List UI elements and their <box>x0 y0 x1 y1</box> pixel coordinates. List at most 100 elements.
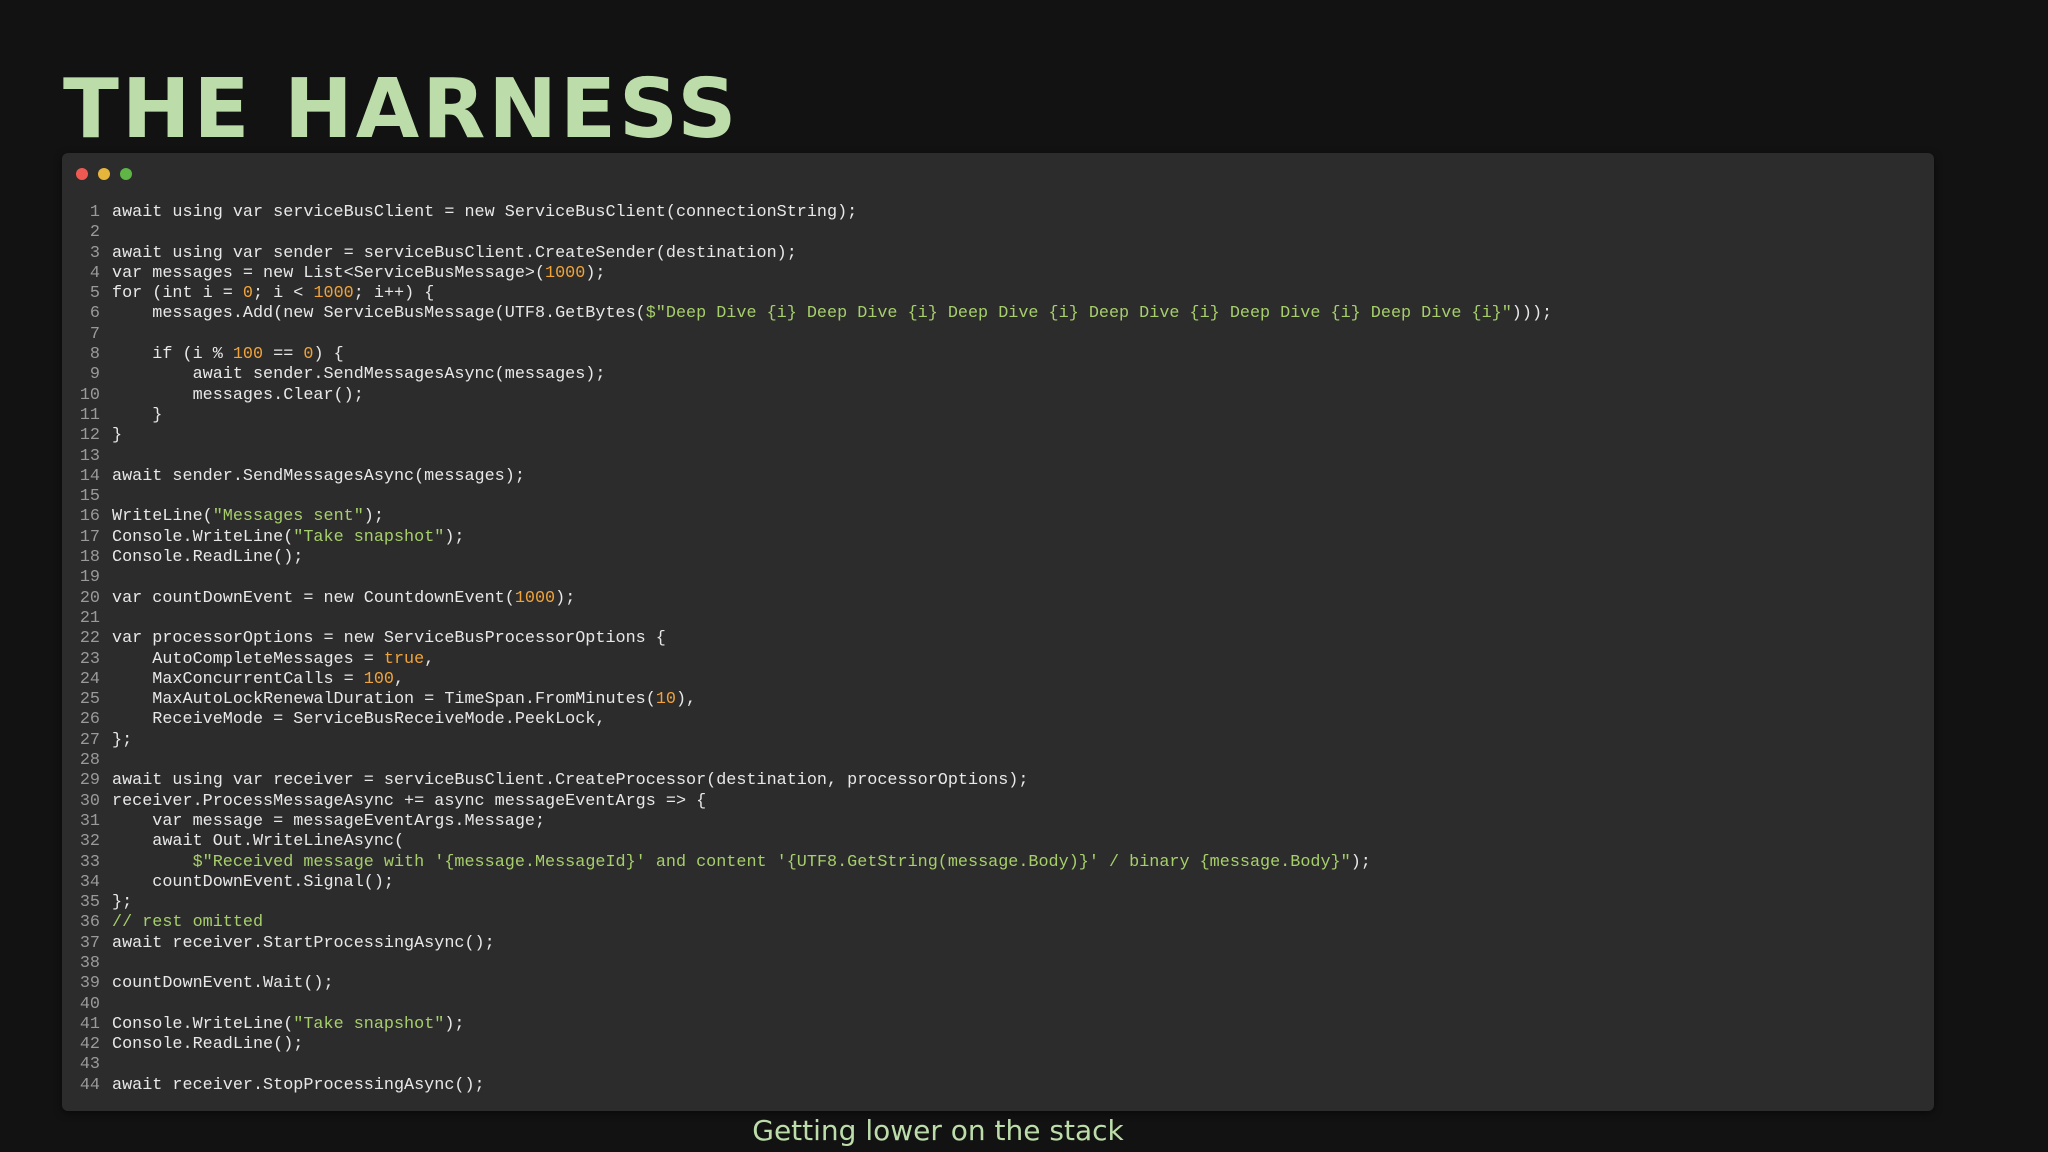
line-code: await receiver.StopProcessingAsync(); <box>100 1076 485 1096</box>
code-token: var processorOptions = new ServiceBusPro… <box>112 629 666 649</box>
code-line: 24 MaxConcurrentCalls = 100, <box>62 670 1934 690</box>
line-number: 38 <box>79 953 100 973</box>
line-number: 23 <box>79 649 100 669</box>
code-token: countDownEvent.Wait(); <box>112 974 334 994</box>
code-token: Console.WriteLine( <box>112 1014 294 1034</box>
code-line: 43 <box>62 1055 1934 1075</box>
line-number: 41 <box>79 1014 100 1034</box>
code-token: Console.ReadLine(); <box>112 548 304 568</box>
line-code: WriteLine("Messages sent"); <box>100 507 384 527</box>
line-number: 9 <box>89 365 100 385</box>
code-token: 1000 <box>514 588 556 608</box>
code-line: 15 <box>62 487 1934 507</box>
line-number: 25 <box>79 690 100 710</box>
code-token: true <box>383 649 425 669</box>
line-code: }; <box>100 893 132 913</box>
code-token: 100 <box>232 345 264 365</box>
line-code: await sender.SendMessagesAsync(messages)… <box>100 467 525 487</box>
line-number: 28 <box>79 751 100 771</box>
code-token: }; <box>112 730 133 750</box>
code-token: ReceiveMode = ServiceBusReceiveMode.Peek… <box>112 710 606 730</box>
code-line: 20 var countDownEvent = new CountdownEven… <box>62 589 1934 609</box>
code-line: 16 WriteLine("Messages sent"); <box>62 507 1934 527</box>
code-token: } <box>112 426 123 446</box>
line-number: 44 <box>79 1075 100 1095</box>
code-line: 26 ReceiveMode = ServiceBusReceiveMode.P… <box>62 710 1934 730</box>
code-token: "Messages sent" <box>212 507 364 527</box>
code-token: await receiver.StartProcessingAsync(); <box>112 933 495 953</box>
line-code: countDownEvent.Signal(); <box>100 873 394 893</box>
code-line: 36 // rest omitted <box>62 913 1934 933</box>
line-number: 26 <box>79 710 100 730</box>
line-code: var countDownEvent = new CountdownEvent(… <box>100 589 575 609</box>
code-token: ))); <box>1511 304 1553 324</box>
code-line: 41 Console.WriteLine("Take snapshot"); <box>62 1015 1934 1035</box>
line-number: 14 <box>79 466 100 486</box>
code-line: 40 <box>62 995 1934 1015</box>
maximize-button[interactable] <box>120 168 132 180</box>
line-number: 13 <box>79 446 100 466</box>
code-line: 9 await sender.SendMessagesAsync(message… <box>62 365 1934 385</box>
code-token: 100 <box>363 669 394 689</box>
code-token: messages.Clear(); <box>112 385 364 405</box>
code-line: 38 <box>62 954 1934 974</box>
code-token: 1000 <box>313 284 354 304</box>
line-number: 24 <box>79 669 100 689</box>
code-token: var countDownEvent = new CountdownEvent( <box>112 588 515 608</box>
line-number: 21 <box>79 608 100 628</box>
code-token: ); <box>444 1014 465 1034</box>
line-number: 19 <box>79 568 100 588</box>
minimize-button[interactable] <box>98 168 110 180</box>
code-token: ; i++) { <box>353 284 435 304</box>
code-token: "Take snapshot" <box>293 527 445 547</box>
line-number: 18 <box>79 548 100 568</box>
line-number: 11 <box>79 405 100 425</box>
line-code: MaxAutoLockRenewalDuration = TimeSpan.Fr… <box>100 690 696 710</box>
code-token: receiver.ProcessMessageAsync += async me… <box>112 791 707 811</box>
line-code: Console.WriteLine("Take snapshot"); <box>100 528 465 548</box>
line-code: var message = messageEventArgs.Message; <box>100 812 545 832</box>
code-line: 5 for (int i = 0; i < 1000; i++) { <box>62 284 1934 304</box>
line-number: 36 <box>79 913 100 933</box>
code-line: 14 await sender.SendMessagesAsync(message… <box>62 467 1934 487</box>
line-number: 29 <box>79 771 100 791</box>
line-code: countDownEvent.Wait(); <box>100 974 334 994</box>
line-code: await Out.WriteLineAsync( <box>100 832 404 852</box>
line-number: 5 <box>89 284 100 304</box>
code-line: 18 Console.ReadLine(); <box>62 548 1934 568</box>
code-line: 28 <box>62 751 1934 771</box>
line-code: messages.Add(new ServiceBusMessage(UTF8.… <box>100 304 1552 324</box>
code-token: "Take snapshot" <box>293 1014 445 1034</box>
line-number: 30 <box>79 791 100 811</box>
code-line: 6 messages.Add(new ServiceBusMessage(UTF… <box>62 304 1934 324</box>
line-code: await receiver.StartProcessingAsync(); <box>100 934 495 954</box>
line-code: var messages = new List<ServiceBusMessag… <box>100 264 605 284</box>
code-line: 30 receiver.ProcessMessageAsync += async … <box>62 792 1934 812</box>
line-code: for (int i = 0; i < 1000; i++) { <box>100 284 434 304</box>
line-code: await using var sender = serviceBusClien… <box>100 244 797 264</box>
code-token: , <box>393 669 405 689</box>
line-number: 17 <box>79 527 100 547</box>
code-token: countDownEvent.Signal(); <box>112 872 394 892</box>
code-token: } <box>112 405 163 425</box>
close-button[interactable] <box>76 168 88 180</box>
code-editor[interactable]: 1 await using var serviceBusClient = new … <box>62 203 1934 1096</box>
code-token: $"Deep Dive {i} Deep Dive {i} Deep Dive … <box>645 304 1512 324</box>
line-number: 37 <box>79 933 100 953</box>
line-number: 40 <box>79 994 100 1014</box>
line-code: } <box>100 426 122 446</box>
code-line: 3 await using var sender = serviceBusClie… <box>62 244 1934 264</box>
line-number: 2 <box>89 223 100 243</box>
code-token: ); <box>363 507 384 527</box>
code-line: 13 <box>62 447 1934 467</box>
code-line: 23 AutoCompleteMessages = true, <box>62 650 1934 670</box>
code-line: 8 if (i % 100 == 0) { <box>62 345 1934 365</box>
line-number: 35 <box>79 893 100 913</box>
code-line: 37 await receiver.StartProcessingAsync(); <box>62 934 1934 954</box>
code-token: await using var receiver = serviceBusCli… <box>112 771 1029 791</box>
code-token: await sender.SendMessagesAsync(messages)… <box>112 365 606 385</box>
line-code: // rest omitted <box>100 913 263 933</box>
